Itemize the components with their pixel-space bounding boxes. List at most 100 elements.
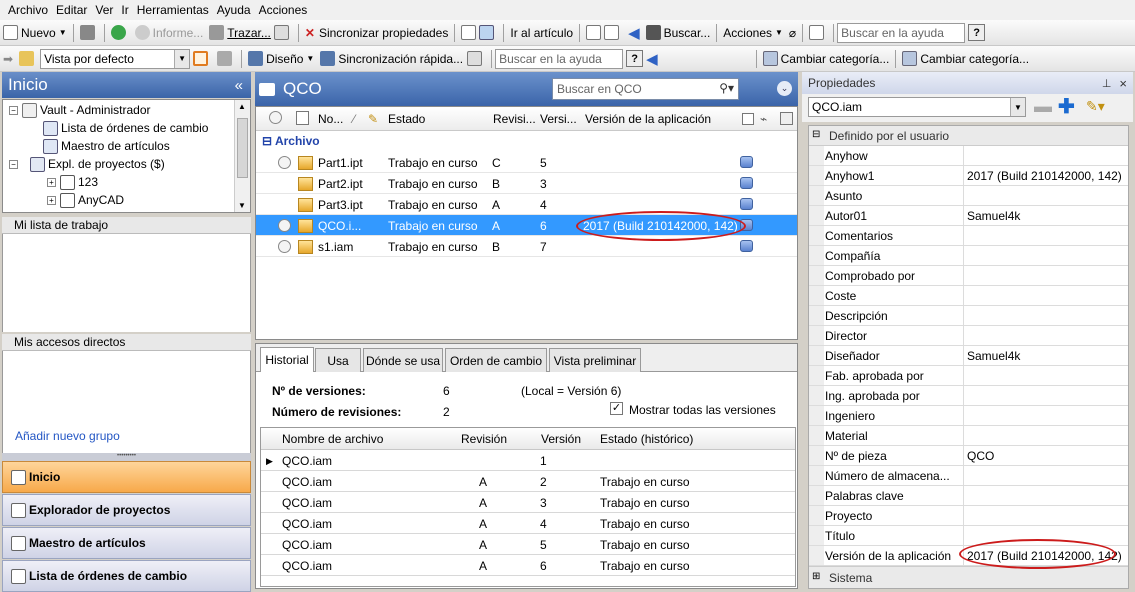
nav-button-item-master[interactable]: Maestro de artículos	[2, 527, 251, 559]
expand-icon[interactable]: +	[47, 195, 56, 205]
property-value[interactable]: Samuel4k	[967, 349, 1020, 363]
tree-item-vault[interactable]: − Vault - Administrador	[9, 101, 151, 119]
menu-acciones[interactable]: Acciones	[255, 3, 312, 17]
tree-item-folder-123[interactable]: +123	[47, 173, 98, 191]
group-header[interactable]: ⊟ Archivo	[262, 134, 320, 148]
new-button[interactable]: Nuevo ▼	[0, 22, 70, 44]
back-button[interactable]: ◀	[625, 22, 643, 44]
collapse-pane-button[interactable]: «	[235, 77, 243, 94]
sync-properties-button[interactable]: ✕ Sincronizar propiedades	[302, 22, 451, 44]
property-row[interactable]: Nº de pieza QCO	[809, 446, 1128, 466]
go-to-item-button[interactable]: Ir al artículo	[507, 22, 576, 44]
column-state[interactable]: Estado	[388, 112, 425, 126]
remove-property-icon[interactable]: ▬	[1034, 97, 1054, 117]
menu-ayuda[interactable]: Ayuda	[213, 3, 255, 17]
property-row[interactable]: Diseñador Samuel4k	[809, 346, 1128, 366]
add-group-link[interactable]: Añadir nuevo grupo	[15, 429, 120, 443]
history-row[interactable]: QCO.iam A 5 Trabajo en curso	[261, 534, 795, 555]
property-row[interactable]: Palabras clave	[809, 486, 1128, 506]
pin-icon[interactable]: ⊥	[1102, 77, 1112, 90]
attach-button[interactable]: ⌀	[786, 22, 799, 44]
property-row[interactable]: Comprobado por	[809, 266, 1128, 286]
edit-properties-icon[interactable]: ✎▾	[1086, 98, 1105, 115]
column-chooser-icon[interactable]	[780, 112, 793, 125]
property-row[interactable]: Compañía	[809, 246, 1128, 266]
property-row[interactable]: Proyecto	[809, 506, 1128, 526]
copy-design-button[interactable]	[458, 22, 500, 44]
expand-icon[interactable]: ⊞	[812, 571, 820, 582]
history-row[interactable]: QCO.iam A 2 Trabajo en curso	[261, 471, 795, 492]
nav-button-home[interactable]: Inicio	[2, 461, 251, 493]
tree-item-folder-anycad[interactable]: + AnyCAD	[47, 191, 124, 209]
history-row[interactable]: QCO.iam A 3 Trabajo en curso	[261, 492, 795, 513]
property-group-user[interactable]: ⊟ Definido por el usuario	[809, 126, 1128, 146]
property-group-system[interactable]: ⊞ Sistema	[809, 566, 1128, 588]
trace-button[interactable]: Trazar...	[206, 22, 295, 44]
pane-splitter[interactable]: •••••••••	[2, 453, 251, 461]
search-button[interactable]: Buscar...	[643, 22, 714, 44]
help-search-input-2[interactable]: Buscar en la ayuda	[495, 48, 624, 69]
back-button-2[interactable]: ◀	[643, 48, 661, 70]
scroll-down-icon[interactable]: ▼	[238, 201, 246, 210]
column-revision[interactable]: Revisión	[461, 432, 507, 446]
collapse-icon[interactable]: ⊟	[812, 129, 820, 140]
list-view-button[interactable]	[214, 48, 238, 70]
menu-editar[interactable]: Editar	[52, 3, 91, 17]
property-row[interactable]: Autor01 Samuel4k	[809, 206, 1128, 226]
property-row[interactable]: Fab. aprobada por	[809, 366, 1128, 386]
tab-uses[interactable]: Usa	[315, 348, 361, 372]
help-button-2[interactable]: ?	[626, 50, 644, 67]
column-version[interactable]: Versi...	[540, 112, 577, 126]
refresh-button[interactable]	[108, 22, 132, 44]
show-all-checkbox[interactable]: ✓	[610, 402, 623, 415]
property-value[interactable]: 2017 (Build 210142000, 142)	[967, 169, 1122, 183]
column-historic-state[interactable]: Estado (histórico)	[600, 432, 693, 446]
property-row[interactable]: Asunto	[809, 186, 1128, 206]
column-name[interactable]: No...	[318, 112, 343, 126]
file-row[interactable]: Part1.ipt Trabajo en curso C 5	[256, 152, 797, 173]
file-row[interactable]: s1.iam Trabajo en curso B 7	[256, 236, 797, 257]
nav-button-project-explorer[interactable]: Explorador de proyectos	[2, 494, 251, 526]
folder-button[interactable]	[806, 22, 830, 44]
row-radio[interactable]	[278, 219, 291, 232]
menu-archivo[interactable]: Archivo	[4, 3, 52, 17]
column-checkbox[interactable]	[742, 113, 754, 125]
change-category-button-1[interactable]: Cambiar categoría...	[760, 48, 893, 70]
collapse-icon[interactable]: ⊟	[262, 134, 275, 148]
design-button[interactable]: Diseño ▼	[245, 48, 317, 70]
tree-item-project-explorer[interactable]: − Expl. de proyectos ($)	[9, 155, 165, 173]
column-app-version[interactable]: Versión de la aplicación	[585, 112, 711, 126]
collapse-header-icon[interactable]: ⌄	[777, 81, 792, 96]
collapse-icon[interactable]: −	[9, 159, 18, 169]
row-radio[interactable]	[278, 240, 291, 253]
add-property-icon[interactable]: ✚	[1058, 96, 1075, 118]
report-button[interactable]: Informe...	[132, 22, 207, 44]
tab-change-order[interactable]: Orden de cambio	[445, 348, 547, 372]
property-row[interactable]: Número de almacena...	[809, 466, 1128, 486]
expand-icon[interactable]: +	[47, 177, 56, 187]
property-row[interactable]: Descripción	[809, 306, 1128, 326]
actions-button[interactable]: Acciones ▼	[720, 22, 786, 44]
column-revision[interactable]: Revisi...	[493, 112, 536, 126]
scroll-thumb[interactable]	[237, 118, 248, 178]
forward-button[interactable]: ➡	[0, 48, 16, 70]
view-select[interactable]: Vista por defecto ▼	[40, 48, 191, 69]
up-folder-button[interactable]	[16, 48, 40, 70]
tab-history[interactable]: Historial	[260, 347, 314, 372]
column-file-name[interactable]: Nombre de archivo	[282, 432, 383, 446]
nav-button-change-orders[interactable]: Lista de órdenes de cambio	[2, 560, 251, 592]
property-row[interactable]: Ingeniero	[809, 406, 1128, 426]
property-row[interactable]: Coste	[809, 286, 1128, 306]
close-icon[interactable]: ×	[1119, 76, 1127, 91]
history-row[interactable]: QCO.iam A 4 Trabajo en curso	[261, 513, 795, 534]
properties-object-select[interactable]: QCO.iam ▼	[808, 97, 1026, 117]
menu-ver[interactable]: Ver	[91, 3, 117, 17]
tab-preview[interactable]: Vista preliminar	[549, 348, 641, 372]
property-row[interactable]: Anyhow1 2017 (Build 210142000, 142)	[809, 166, 1128, 186]
tab-where-used[interactable]: Dónde se usa	[363, 348, 443, 372]
help-search-input[interactable]: Buscar en la ayuda	[837, 22, 966, 43]
scroll-up-icon[interactable]: ▲	[238, 102, 246, 111]
collapse-icon[interactable]: −	[9, 105, 18, 115]
select-all-radio[interactable]	[269, 111, 282, 124]
layout-button[interactable]	[190, 48, 214, 70]
